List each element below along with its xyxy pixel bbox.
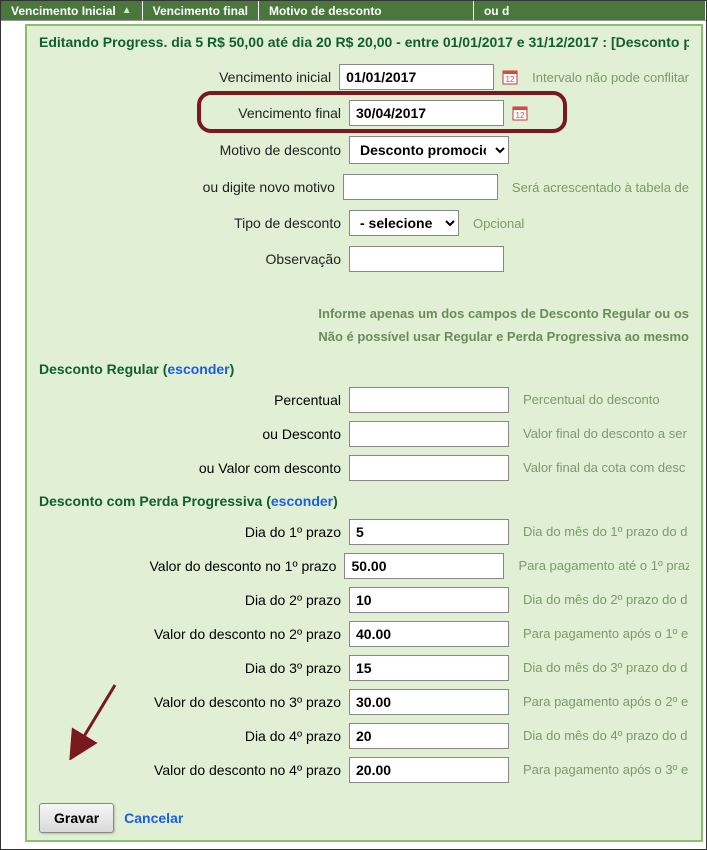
section-title: Desconto com Perda Progressiva: [39, 493, 262, 509]
esconder-link-regular[interactable]: esconder: [167, 361, 229, 377]
row-vencimento-final: Vencimento final 12: [39, 100, 689, 126]
label: Dia do 4º prazo: [39, 728, 349, 744]
row-percentual: Percentual Percentual do desconto: [39, 387, 689, 413]
row-valor-4: Valor do desconto no 4º prazo Para pagam…: [39, 757, 689, 783]
hint: Para pagamento até o 1º praz: [518, 558, 689, 573]
svg-text:12: 12: [516, 111, 525, 120]
label: Dia do 2º prazo: [39, 592, 349, 608]
row-motivo-desconto: Motivo de desconto Desconto promocional: [39, 136, 689, 164]
hint: Dia do mês do 3º prazo do d: [523, 660, 687, 675]
hint: Dia do mês do 4º prazo do d: [523, 728, 687, 743]
hint: Para pagamento após o 2º e: [523, 694, 688, 709]
row-dia-2: Dia do 2º prazo Dia do mês do 2º prazo d…: [39, 587, 689, 613]
hint: Percentual do desconto: [523, 392, 660, 407]
label: Observação: [39, 251, 349, 267]
hint: Opcional: [473, 216, 524, 231]
col-vencimento-inicial[interactable]: Vencimento Inicial ▲: [1, 1, 143, 20]
valor-2-prazo-input[interactable]: [349, 621, 509, 647]
section-title: Desconto Regular: [39, 361, 159, 377]
row-novo-motivo: ou digite novo motivo Será acrescentado …: [39, 174, 689, 200]
novo-motivo-input[interactable]: [343, 174, 498, 200]
info-line-1: Informe apenas um dos campos de Desconto…: [309, 302, 689, 325]
button-row: Gravar Cancelar: [39, 803, 689, 833]
row-tipo-desconto: Tipo de desconto - selecione - Opcional: [39, 210, 689, 236]
hint: Para pagamento após o 1º e: [523, 626, 688, 641]
label: Vencimento final: [39, 105, 349, 121]
tipo-desconto-select[interactable]: - selecione -: [349, 210, 459, 236]
col-extra[interactable]: ou d: [474, 1, 706, 20]
row-vencimento-inicial: Vencimento inicial 12 Intervalo não pode…: [39, 64, 689, 90]
info-line-2: Não é possível usar Regular e Perda Prog…: [309, 325, 689, 348]
row-dia-1: Dia do 1º prazo Dia do mês do 1º prazo d…: [39, 519, 689, 545]
row-observacao: Observação: [39, 246, 689, 272]
info-block: Informe apenas um dos campos de Desconto…: [39, 302, 689, 349]
valor-com-desconto-input[interactable]: [349, 455, 509, 481]
label: ou Valor com desconto: [39, 460, 349, 476]
col-motivo-desconto[interactable]: Motivo de desconto: [259, 1, 474, 20]
calendar-icon[interactable]: 12: [512, 105, 528, 121]
row-dia-4: Dia do 4º prazo Dia do mês do 4º prazo d…: [39, 723, 689, 749]
valor-1-prazo-input[interactable]: [344, 553, 504, 579]
section-desconto-regular: Desconto Regular (esconder): [39, 361, 689, 377]
cancelar-link[interactable]: Cancelar: [124, 810, 183, 826]
row-desconto: ou Desconto Valor final do desconto a se…: [39, 421, 689, 447]
section-perda-progressiva: Desconto com Perda Progressiva (esconder…: [39, 493, 689, 509]
dia-3-prazo-input[interactable]: [349, 655, 509, 681]
label: Dia do 1º prazo: [39, 524, 349, 540]
calendar-icon[interactable]: 12: [502, 69, 518, 85]
dia-4-prazo-input[interactable]: [349, 723, 509, 749]
sort-asc-icon: ▲: [122, 5, 132, 16]
hint: Intervalo não pode conflitar: [532, 70, 689, 85]
label: Valor do desconto no 1º prazo: [39, 558, 344, 574]
label: Motivo de desconto: [39, 142, 349, 158]
row-valor-com-desconto: ou Valor com desconto Valor final da cot…: [39, 455, 689, 481]
row-valor-2: Valor do desconto no 2º prazo Para pagam…: [39, 621, 689, 647]
col-label: Vencimento Inicial: [11, 4, 116, 18]
label: ou Desconto: [39, 426, 349, 442]
hint: Valor final da cota com desc: [523, 460, 685, 475]
edit-panel: Editando Progress. dia 5 R$ 50,00 até di…: [25, 24, 703, 842]
col-label: Motivo de desconto: [269, 4, 382, 18]
label: Valor do desconto no 2º prazo: [39, 626, 349, 642]
label: Vencimento inicial: [39, 69, 339, 85]
hint: Dia do mês do 1º prazo do d: [523, 524, 687, 539]
hint: Dia do mês do 2º prazo do d: [523, 592, 687, 607]
label: Valor do desconto no 4º prazo: [39, 762, 349, 778]
svg-text:12: 12: [506, 75, 515, 84]
label: Dia do 3º prazo: [39, 660, 349, 676]
valor-3-prazo-input[interactable]: [349, 689, 509, 715]
column-header-bar: Vencimento Inicial ▲ Vencimento final Mo…: [1, 1, 706, 21]
vencimento-final-input[interactable]: [349, 100, 504, 126]
col-label: Vencimento final: [153, 4, 248, 18]
hint: Valor final do desconto a ser: [523, 426, 687, 441]
hint: Será acrescentado à tabela de: [512, 180, 689, 195]
row-valor-1: Valor do desconto no 1º prazo Para pagam…: [39, 553, 689, 579]
label: Percentual: [39, 392, 349, 408]
percentual-input[interactable]: [349, 387, 509, 413]
vencimento-inicial-input[interactable]: [339, 64, 494, 90]
col-label: ou d: [484, 4, 509, 18]
valor-4-prazo-input[interactable]: [349, 757, 509, 783]
row-valor-3: Valor do desconto no 3º prazo Para pagam…: [39, 689, 689, 715]
label: Valor do desconto no 3º prazo: [39, 694, 349, 710]
row-dia-3: Dia do 3º prazo Dia do mês do 3º prazo d…: [39, 655, 689, 681]
dia-1-prazo-input[interactable]: [349, 519, 509, 545]
edit-title: Editando Progress. dia 5 R$ 50,00 até di…: [39, 34, 689, 50]
gravar-button[interactable]: Gravar: [39, 803, 114, 833]
label: Tipo de desconto: [39, 215, 349, 231]
observacao-input[interactable]: [349, 246, 504, 272]
desconto-input[interactable]: [349, 421, 509, 447]
label: ou digite novo motivo: [39, 179, 343, 195]
motivo-desconto-select[interactable]: Desconto promocional: [349, 136, 509, 164]
col-vencimento-final[interactable]: Vencimento final: [143, 1, 259, 20]
hint: Para pagamento após o 3º e: [523, 762, 688, 777]
dia-2-prazo-input[interactable]: [349, 587, 509, 613]
esconder-link-progressiva[interactable]: esconder: [271, 493, 333, 509]
